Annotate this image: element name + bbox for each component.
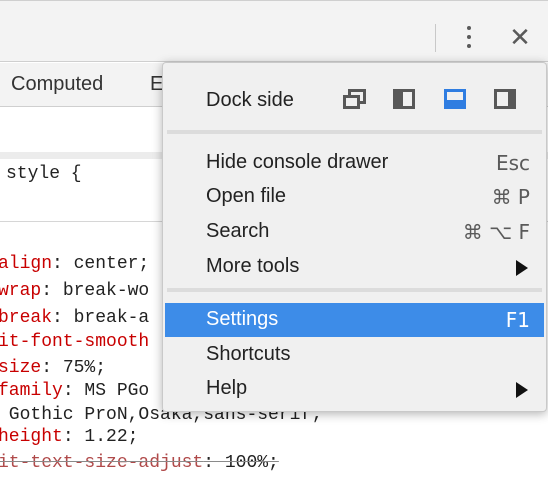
- submenu-arrow-icon: [516, 382, 528, 398]
- css-declaration[interactable]: family: MS PGo: [0, 379, 149, 403]
- menu-item-settings[interactable]: Settings F1: [165, 303, 544, 337]
- menu-item-hide-console-drawer[interactable]: Hide console drawer Esc: [165, 146, 544, 180]
- dock-bottom-icon[interactable]: [444, 89, 468, 109]
- menu-item-more-tools[interactable]: More tools: [165, 250, 544, 284]
- menu-item-label: Settings: [206, 308, 279, 330]
- more-options-icon[interactable]: [458, 25, 480, 51]
- css-declaration[interactable]: wrap: break-wo: [0, 279, 149, 303]
- menu-item-shortcut: ⌘ ⌥ F: [462, 220, 530, 244]
- menu-item-label: Open file: [206, 185, 287, 207]
- devtools-main-menu: Dock side Hide console drawer Esc Open f…: [162, 62, 547, 412]
- menu-item-label: Shortcuts: [206, 343, 291, 365]
- menu-item-shortcut: F1: [505, 308, 530, 332]
- toolbar-divider: [435, 24, 436, 52]
- css-declaration-overridden[interactable]: it-text-size-adjust: 100%;: [0, 451, 279, 475]
- menu-item-label: Search: [206, 220, 270, 242]
- menu-item-shortcut: Esc: [495, 151, 530, 175]
- menu-item-label: More tools: [206, 255, 300, 277]
- menu-item-search[interactable]: Search ⌘ ⌥ F: [165, 215, 544, 249]
- devtools-toolbar: ✕: [0, 0, 548, 62]
- dock-left-icon[interactable]: [393, 89, 417, 109]
- css-declaration[interactable]: it-font-smooth: [0, 330, 149, 354]
- menu-item-shortcuts[interactable]: Shortcuts: [165, 338, 544, 372]
- menu-item-shortcut: ⌘ P: [491, 185, 530, 209]
- css-declaration[interactable]: size: 75%;: [0, 356, 106, 380]
- dock-right-icon[interactable]: [494, 89, 518, 109]
- dock-side-label: Dock side: [206, 89, 294, 111]
- css-declaration[interactable]: height: 1.22;: [0, 425, 138, 449]
- close-icon[interactable]: ✕: [504, 21, 536, 55]
- tab-computed[interactable]: Computed: [11, 73, 103, 96]
- menu-divider: [167, 288, 542, 292]
- submenu-arrow-icon: [516, 260, 528, 276]
- css-declaration[interactable]: break: break-a: [0, 306, 149, 330]
- menu-item-open-file[interactable]: Open file ⌘ P: [165, 180, 544, 214]
- style-rule-selector: style {: [6, 164, 82, 184]
- menu-divider: [167, 130, 542, 134]
- menu-item-help[interactable]: Help: [165, 372, 544, 406]
- menu-item-label: Hide console drawer: [206, 151, 389, 173]
- menu-item-label: Help: [206, 377, 248, 399]
- css-declaration[interactable]: align: center;: [0, 252, 149, 276]
- undock-icon[interactable]: [343, 89, 367, 109]
